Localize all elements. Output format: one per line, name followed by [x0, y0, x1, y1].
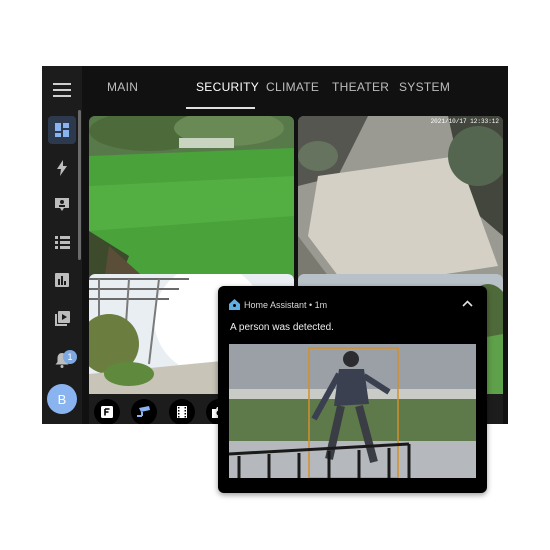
sidebar-item-energy[interactable] [48, 154, 76, 182]
notification-snapshot[interactable] [229, 344, 476, 478]
tab-main[interactable]: MAIN [107, 80, 138, 94]
sidebar-item-dashboard[interactable] [48, 116, 76, 144]
active-tab-indicator [186, 107, 255, 109]
media-play-icon [54, 310, 70, 326]
camera-feed-lawn[interactable] [89, 116, 294, 282]
cctv-button[interactable] [131, 399, 157, 424]
recordings-button[interactable] [169, 399, 195, 424]
notification-count-badge: 1 [63, 350, 77, 364]
camera-timestamp: 2021/10/17 12:33:12 [430, 118, 499, 125]
badge-account-icon [55, 198, 69, 211]
bar-chart-icon [55, 273, 69, 287]
tab-system[interactable]: SYSTEM [399, 80, 450, 94]
person-snapshot-image [229, 344, 476, 478]
sidebar-item-logbook[interactable] [48, 228, 76, 256]
camera-feed-driveway[interactable] [298, 116, 503, 289]
notification-message: A person was detected. [230, 322, 334, 333]
tab-security[interactable]: SECURITY [196, 80, 259, 94]
film-icon [177, 406, 187, 418]
notification-app-name: Home Assistant • 1m [244, 300, 328, 310]
avatar[interactable]: B [47, 384, 77, 414]
top-tab-bar: MAIN SECURITY CLIMATE THEATER SYSTEM [82, 66, 508, 110]
sidebar-item-people[interactable] [48, 191, 76, 219]
person-detected-notification[interactable]: Home Assistant • 1m A person was detecte… [218, 286, 487, 493]
frigate-button[interactable] [94, 399, 120, 424]
tab-theater[interactable]: THEATER [332, 80, 389, 94]
sidebar: 1 B [42, 66, 82, 424]
tab-climate[interactable]: CLIMATE [266, 80, 319, 94]
f-icon [101, 406, 113, 418]
collapse-chevron-icon[interactable] [462, 300, 473, 307]
lightning-icon [57, 160, 67, 176]
home-assistant-logo-icon [229, 299, 240, 310]
cctv-icon [137, 406, 150, 417]
dashboard-icon [55, 123, 69, 137]
menu-icon[interactable] [53, 83, 71, 101]
list-icon [54, 235, 70, 249]
sidebar-item-media[interactable] [48, 304, 76, 332]
sidebar-scrollbar[interactable] [78, 110, 81, 260]
sidebar-item-history[interactable] [48, 266, 76, 294]
